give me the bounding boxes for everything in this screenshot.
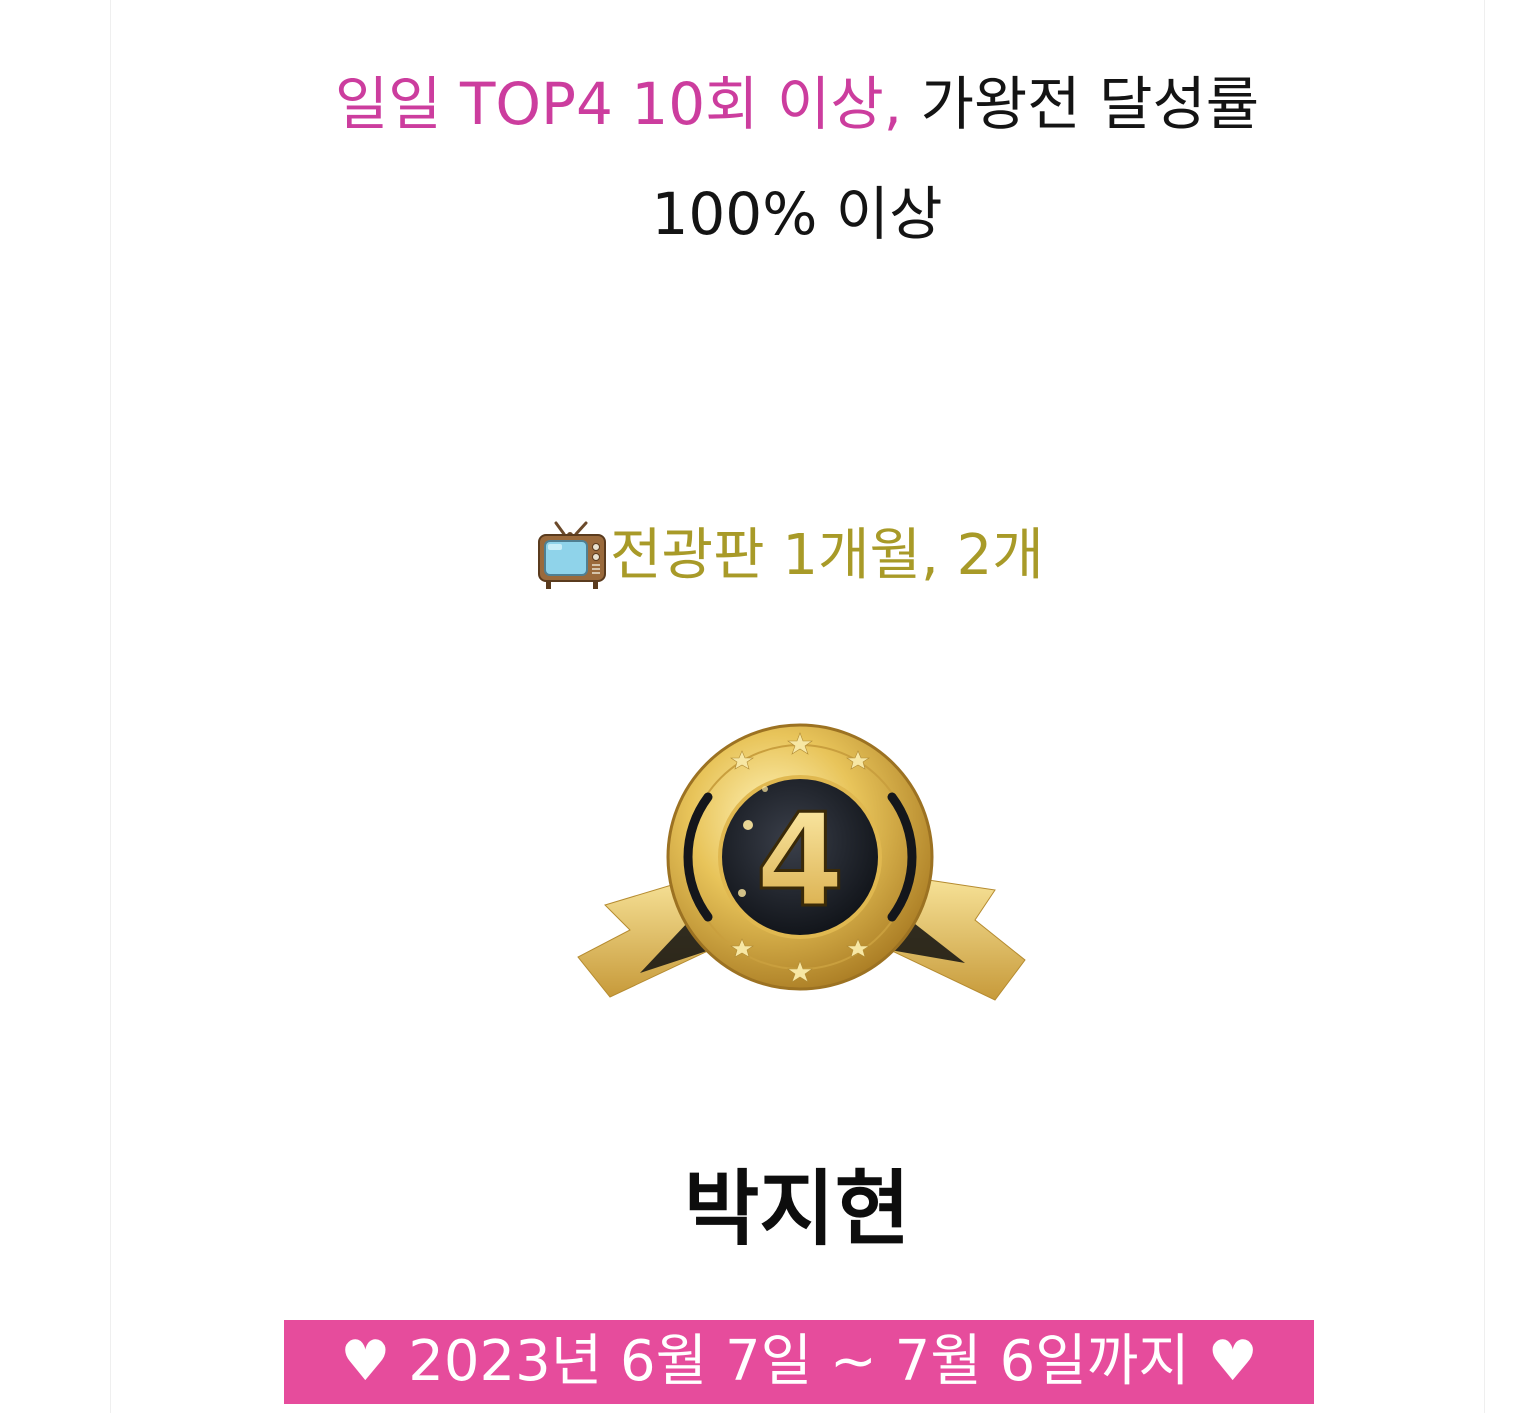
recipient-name: 박지현 — [683, 1162, 911, 1257]
right-border — [1484, 0, 1485, 1413]
rank-medal-icon: 4 — [570, 715, 1030, 1015]
medal-number: 4 — [755, 787, 844, 936]
headline-highlight: 일일 TOP4 10회 이상, — [334, 70, 903, 138]
date-range-banner: ♥ 2023년 6월 7일 ~ 7월 6일까지 ♥ — [284, 1320, 1314, 1404]
billboard-text: 전광판 1개월, 2개 — [610, 523, 1044, 588]
headline-line-2: 100% 이상 — [651, 180, 943, 248]
billboard-reward: 전광판 1개월, 2개 — [536, 516, 1044, 596]
page: 일일 TOP4 10회 이상, 가왕전 달성률 100% 이상 전광판 1개월,… — [0, 0, 1535, 1413]
headline-line-1: 일일 TOP4 10회 이상, 가왕전 달성률 — [110, 66, 1484, 142]
tv-icon — [536, 520, 608, 592]
headline-rest: 가왕전 달성률 — [920, 70, 1260, 138]
